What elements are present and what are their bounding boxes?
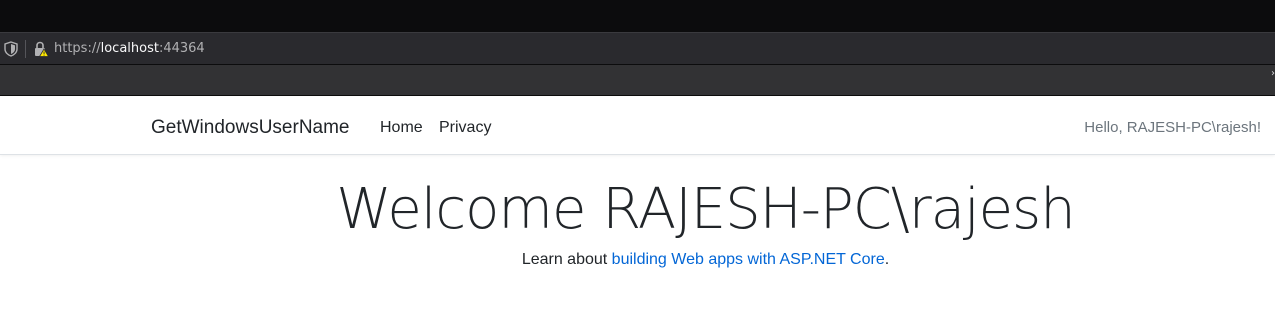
browser-titlebar	[0, 0, 1275, 32]
site-navbar: GetWindowsUserName Home Privacy Hello, R…	[0, 97, 1275, 155]
url-port: :44364	[158, 41, 205, 56]
docs-link[interactable]: building Web apps with ASP.NET Core	[612, 251, 885, 268]
page-title: Welcome RAJESH-PC\rajesh	[336, 177, 1075, 242]
address-bar-separator	[25, 40, 26, 58]
bookmarks-toolbar	[0, 65, 1275, 96]
nav-link-home[interactable]: Home	[380, 118, 423, 138]
address-bar[interactable]: https://localhost:44364	[0, 32, 1275, 65]
nav-link-privacy[interactable]: Privacy	[439, 118, 491, 138]
web-page: GetWindowsUserName Home Privacy Hello, R…	[0, 97, 1275, 333]
url-host: localhost	[100, 41, 159, 56]
navbar-brand[interactable]: GetWindowsUserName	[151, 116, 350, 140]
toolbar-overflow-icon[interactable]: ›	[1271, 68, 1275, 88]
url-scheme: https://	[54, 41, 101, 56]
lock-warning-icon[interactable]	[33, 41, 50, 57]
url-text[interactable]: https://localhost:44364	[54, 41, 205, 57]
learn-about-text: Learn about building Web apps with ASP.N…	[0, 249, 1275, 271]
learn-prefix: Learn about	[521, 251, 612, 268]
shield-icon[interactable]	[4, 41, 18, 57]
learn-suffix: .	[884, 251, 890, 268]
user-greeting: Hello, RAJESH-PC\rajesh!	[1084, 119, 1261, 136]
